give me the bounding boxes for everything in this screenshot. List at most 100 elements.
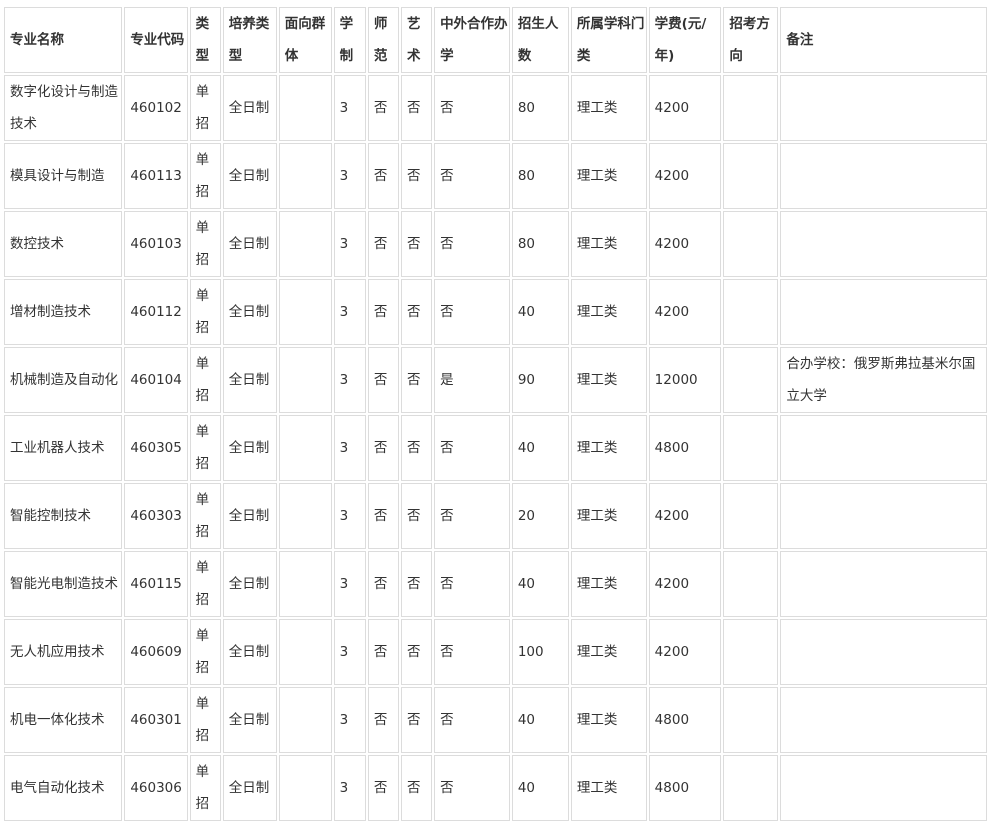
cell-enrollment: 40: [511, 279, 569, 345]
cell-target-group: [278, 75, 332, 141]
cell-art: 否: [400, 75, 433, 141]
cell-sino-foreign: 否: [434, 75, 510, 141]
cell-target-group: [278, 143, 332, 209]
cell-major-name: 模具设计与制造: [4, 143, 123, 209]
cell-remarks: [780, 551, 987, 617]
cell-duration: 3: [333, 347, 366, 413]
cell-discipline: 理工类: [570, 755, 647, 821]
cell-training-type: 全日制: [222, 619, 277, 685]
cell-major-name: 机械制造及自动化: [4, 347, 123, 413]
cell-art: 否: [400, 143, 433, 209]
cell-discipline: 理工类: [570, 551, 647, 617]
cell-major-code: 460305: [124, 415, 188, 481]
cell-normal-school: 否: [367, 143, 399, 209]
cell-remarks: 合办学校：俄罗斯弗拉基米尔国立大学: [780, 347, 987, 413]
cell-art: 否: [400, 279, 433, 345]
cell-art: 否: [400, 755, 433, 821]
cell-duration: 3: [333, 211, 366, 277]
cell-remarks: [780, 143, 987, 209]
cell-sino-foreign: 是: [434, 347, 510, 413]
cell-major-code: 460103: [124, 211, 188, 277]
cell-normal-school: 否: [367, 483, 399, 549]
cell-exam-direction: [723, 551, 779, 617]
cell-type: 单招: [189, 279, 221, 345]
cell-remarks: [780, 279, 987, 345]
cell-tuition: 4800: [648, 415, 722, 481]
cell-art: 否: [400, 483, 433, 549]
cell-exam-direction: [723, 687, 779, 753]
cell-sino-foreign: 否: [434, 551, 510, 617]
header-major-code: 专业代码: [124, 7, 188, 73]
header-art: 艺术: [400, 7, 433, 73]
cell-remarks: [780, 755, 987, 821]
cell-target-group: [278, 347, 332, 413]
cell-art: 否: [400, 415, 433, 481]
table-row: 模具设计与制造 460113 单招 全日制 3 否否否 80 理工类 4200: [4, 143, 987, 209]
cell-training-type: 全日制: [222, 211, 277, 277]
cell-enrollment: 20: [511, 483, 569, 549]
table-row: 工业机器人技术 460305 单招 全日制 3 否否否 40 理工类 4800: [4, 415, 987, 481]
cell-target-group: [278, 483, 332, 549]
cell-normal-school: 否: [367, 279, 399, 345]
cell-training-type: 全日制: [222, 483, 277, 549]
cell-art: 否: [400, 619, 433, 685]
table-row: 机械制造及自动化 460104 单招 全日制 3 否否是 90 理工类 12000 合办学校：俄罗…: [4, 347, 987, 413]
cell-discipline: 理工类: [570, 75, 647, 141]
cell-duration: 3: [333, 483, 366, 549]
table-row: 机电一体化技术 460301 单招 全日制 3 否否否 40 理工类 4800: [4, 687, 987, 753]
cell-normal-school: 否: [367, 755, 399, 821]
table-row: 智能控制技术 460303 单招 全日制 3 否否否 20 理工类 4200: [4, 483, 987, 549]
cell-training-type: 全日制: [222, 143, 277, 209]
cell-type: 单招: [189, 211, 221, 277]
cell-enrollment: 80: [511, 143, 569, 209]
cell-normal-school: 否: [367, 619, 399, 685]
cell-target-group: [278, 619, 332, 685]
cell-type: 单招: [189, 483, 221, 549]
cell-tuition: 4200: [648, 279, 722, 345]
cell-remarks: [780, 483, 987, 549]
header-sino-foreign: 中外合作办学: [434, 7, 510, 73]
cell-remarks: [780, 687, 987, 753]
cell-major-code: 460112: [124, 279, 188, 345]
cell-sino-foreign: 否: [434, 619, 510, 685]
cell-art: 否: [400, 211, 433, 277]
table-row: 智能光电制造技术 460115 单招 全日制 3 否否否 40 理工类 4200: [4, 551, 987, 617]
cell-normal-school: 否: [367, 415, 399, 481]
cell-major-name: 无人机应用技术: [4, 619, 123, 685]
cell-tuition: 12000: [648, 347, 722, 413]
cell-tuition: 4200: [648, 619, 722, 685]
cell-exam-direction: [723, 211, 779, 277]
cell-major-code: 460306: [124, 755, 188, 821]
cell-type: 单招: [189, 687, 221, 753]
cell-sino-foreign: 否: [434, 483, 510, 549]
cell-exam-direction: [723, 143, 779, 209]
cell-normal-school: 否: [367, 551, 399, 617]
cell-target-group: [278, 415, 332, 481]
cell-major-code: 460113: [124, 143, 188, 209]
cell-discipline: 理工类: [570, 483, 647, 549]
cell-target-group: [278, 211, 332, 277]
cell-enrollment: 80: [511, 75, 569, 141]
cell-sino-foreign: 否: [434, 143, 510, 209]
cell-remarks: [780, 211, 987, 277]
cell-enrollment: 40: [511, 551, 569, 617]
cell-exam-direction: [723, 619, 779, 685]
cell-type: 单招: [189, 551, 221, 617]
table-row: 电气自动化技术 460306 单招 全日制 3 否否否 40 理工类 4800: [4, 755, 987, 821]
cell-enrollment: 100: [511, 619, 569, 685]
cell-enrollment: 90: [511, 347, 569, 413]
cell-training-type: 全日制: [222, 551, 277, 617]
cell-major-name: 智能控制技术: [4, 483, 123, 549]
cell-major-code: 460609: [124, 619, 188, 685]
cell-major-name: 数字化设计与制造技术: [4, 75, 123, 141]
header-discipline: 所属学科门类: [570, 7, 647, 73]
table-header: 专业名称 专业代码 类型 培养类型 面向群体 学制 师范 艺术 中外合作办学 招生人数 所属学科门类…: [4, 7, 987, 73]
cell-sino-foreign: 否: [434, 279, 510, 345]
header-duration: 学制: [333, 7, 366, 73]
cell-duration: 3: [333, 619, 366, 685]
header-target-group: 面向群体: [278, 7, 332, 73]
cell-training-type: 全日制: [222, 75, 277, 141]
cell-art: 否: [400, 347, 433, 413]
cell-art: 否: [400, 687, 433, 753]
header-training-type: 培养类型: [222, 7, 277, 73]
